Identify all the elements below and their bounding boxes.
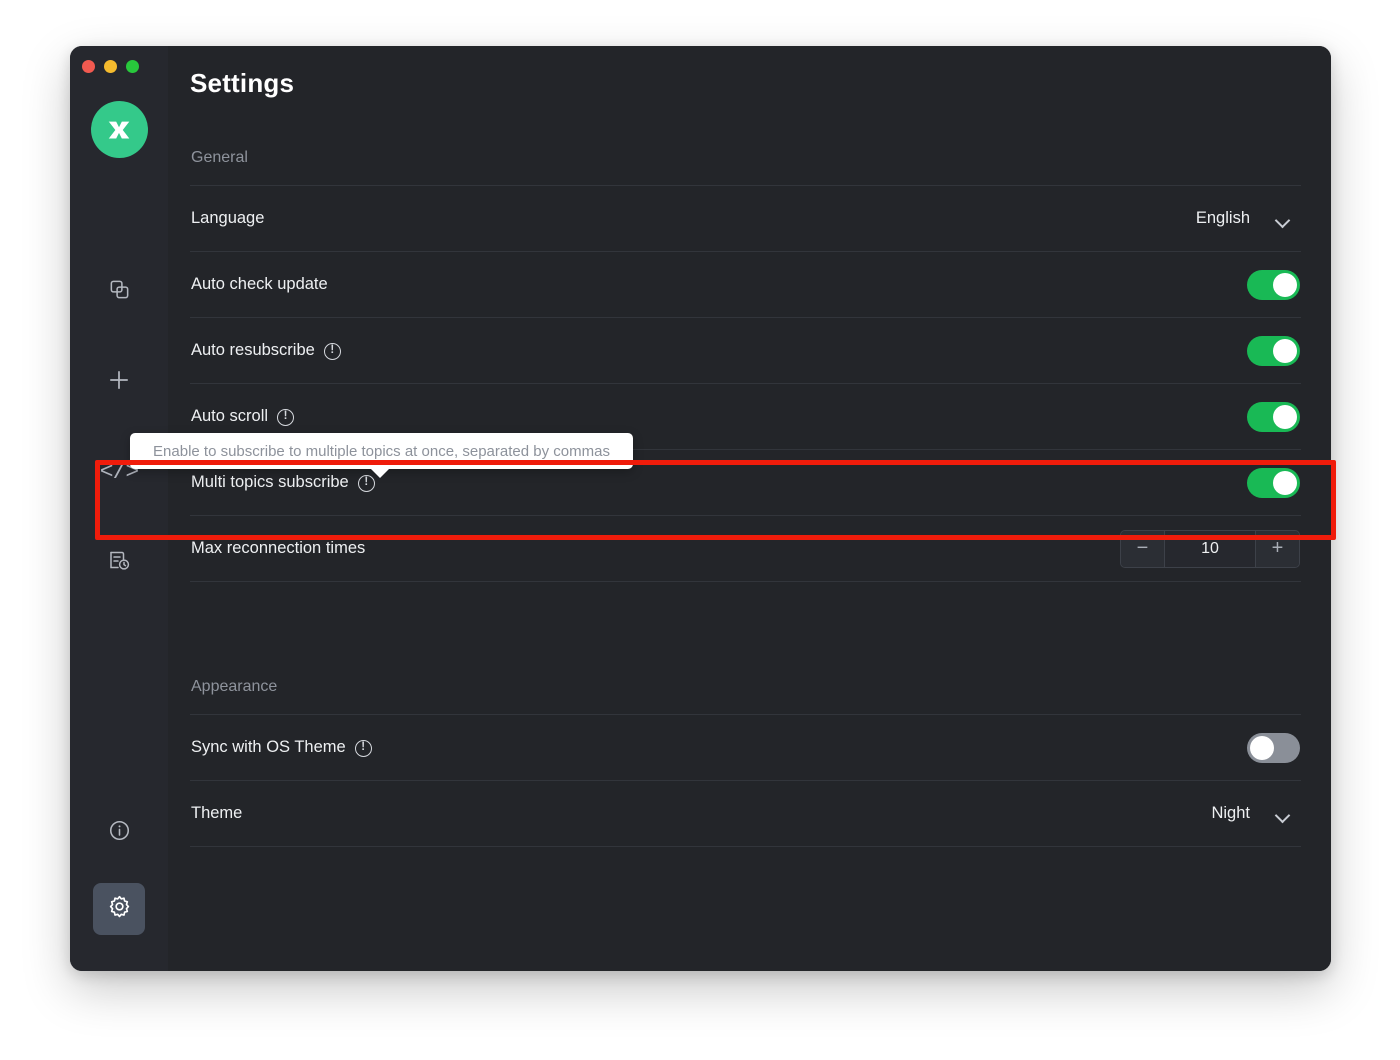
- setting-label: Auto check update: [191, 275, 328, 294]
- chevron-down-icon: [1276, 810, 1290, 818]
- toggle-knob: [1273, 471, 1297, 495]
- mqttx-logo: [91, 101, 148, 158]
- tooltip: Enable to subscribe to multiple topics a…: [130, 433, 633, 469]
- appearance-rows: Sync with OS Theme ! Theme Night: [190, 714, 1301, 847]
- sidebar-item-connections[interactable]: [93, 266, 145, 318]
- section-label-appearance: Appearance: [190, 678, 1301, 696]
- toggle-knob: [1250, 736, 1274, 760]
- sidebar-bottom-nav: [70, 807, 168, 935]
- app-window: </>: [70, 46, 1331, 971]
- window-traffic-lights: [82, 60, 139, 73]
- sidebar-item-about[interactable]: [93, 807, 145, 859]
- setting-label: Auto resubscribe: [191, 341, 315, 360]
- appearance-bottom-divider: [190, 846, 1301, 847]
- auto-scroll-toggle[interactable]: [1247, 402, 1300, 432]
- auto-resubscribe-toggle[interactable]: [1247, 336, 1300, 366]
- maximize-window-button[interactable]: [126, 60, 139, 73]
- tooltip-arrow: [370, 468, 390, 478]
- general-rows: Language English Auto check update: [190, 185, 1301, 582]
- setting-label: Language: [191, 209, 264, 228]
- language-select[interactable]: English: [1196, 209, 1300, 228]
- section-spacer: [190, 582, 1301, 678]
- sidebar-item-new-connection[interactable]: [93, 356, 145, 408]
- setting-row-theme: Theme Night: [190, 780, 1301, 846]
- setting-row-auto-check-update: Auto check update: [190, 251, 1301, 317]
- max-reconnection-times-stepper[interactable]: − 10 +: [1120, 530, 1300, 568]
- log-clock-icon: [107, 548, 131, 577]
- gear-icon: [107, 894, 132, 924]
- auto-check-update-toggle[interactable]: [1247, 270, 1300, 300]
- language-value: English: [1196, 209, 1250, 228]
- setting-label: Max reconnection times: [191, 539, 365, 558]
- tooltip-text: Enable to subscribe to multiple topics a…: [153, 443, 610, 460]
- setting-row-auto-resubscribe: Auto resubscribe !: [190, 317, 1301, 383]
- sync-with-os-theme-toggle[interactable]: [1247, 733, 1300, 763]
- setting-label-wrap: Auto scroll !: [191, 407, 294, 426]
- toggle-knob: [1273, 273, 1297, 297]
- setting-label: Multi topics subscribe: [191, 473, 349, 492]
- setting-label-wrap: Sync with OS Theme !: [191, 738, 372, 757]
- setting-row-language: Language English: [190, 185, 1301, 251]
- sidebar-item-log[interactable]: [93, 536, 145, 588]
- settings-content: Settings General Language English Auto c…: [168, 46, 1331, 971]
- setting-row-sync-with-os-theme: Sync with OS Theme !: [190, 714, 1301, 780]
- setting-label-wrap: Auto resubscribe !: [191, 341, 341, 360]
- theme-select[interactable]: Night: [1211, 804, 1300, 823]
- theme-value: Night: [1211, 804, 1250, 823]
- info-icon[interactable]: !: [355, 740, 372, 757]
- plus-icon: [106, 367, 132, 398]
- setting-label: Theme: [191, 804, 242, 823]
- setting-label-wrap: Multi topics subscribe !: [191, 473, 375, 492]
- stepper-decrement-button[interactable]: −: [1121, 531, 1165, 567]
- sidebar: </>: [70, 46, 168, 971]
- info-circle-icon: [107, 818, 132, 848]
- info-icon[interactable]: !: [277, 409, 294, 426]
- section-label-general: General: [190, 149, 1301, 167]
- copy-stack-icon: [108, 278, 131, 306]
- multi-topics-subscribe-toggle[interactable]: [1247, 468, 1300, 498]
- setting-label: Auto scroll: [191, 407, 268, 426]
- stepper-increment-button[interactable]: +: [1255, 531, 1299, 567]
- setting-label: Sync with OS Theme: [191, 738, 346, 757]
- setting-row-max-reconnection-times: Max reconnection times − 10 +: [190, 515, 1301, 581]
- page-title: Settings: [190, 68, 1301, 99]
- chevron-down-icon: [1276, 215, 1290, 223]
- close-window-button[interactable]: [82, 60, 95, 73]
- toggle-knob: [1273, 405, 1297, 429]
- sidebar-item-settings[interactable]: [93, 883, 145, 935]
- screenshot-root: </>: [0, 0, 1400, 1060]
- toggle-knob: [1273, 339, 1297, 363]
- minimize-window-button[interactable]: [104, 60, 117, 73]
- stepper-value[interactable]: 10: [1165, 531, 1255, 567]
- info-icon[interactable]: !: [324, 343, 341, 360]
